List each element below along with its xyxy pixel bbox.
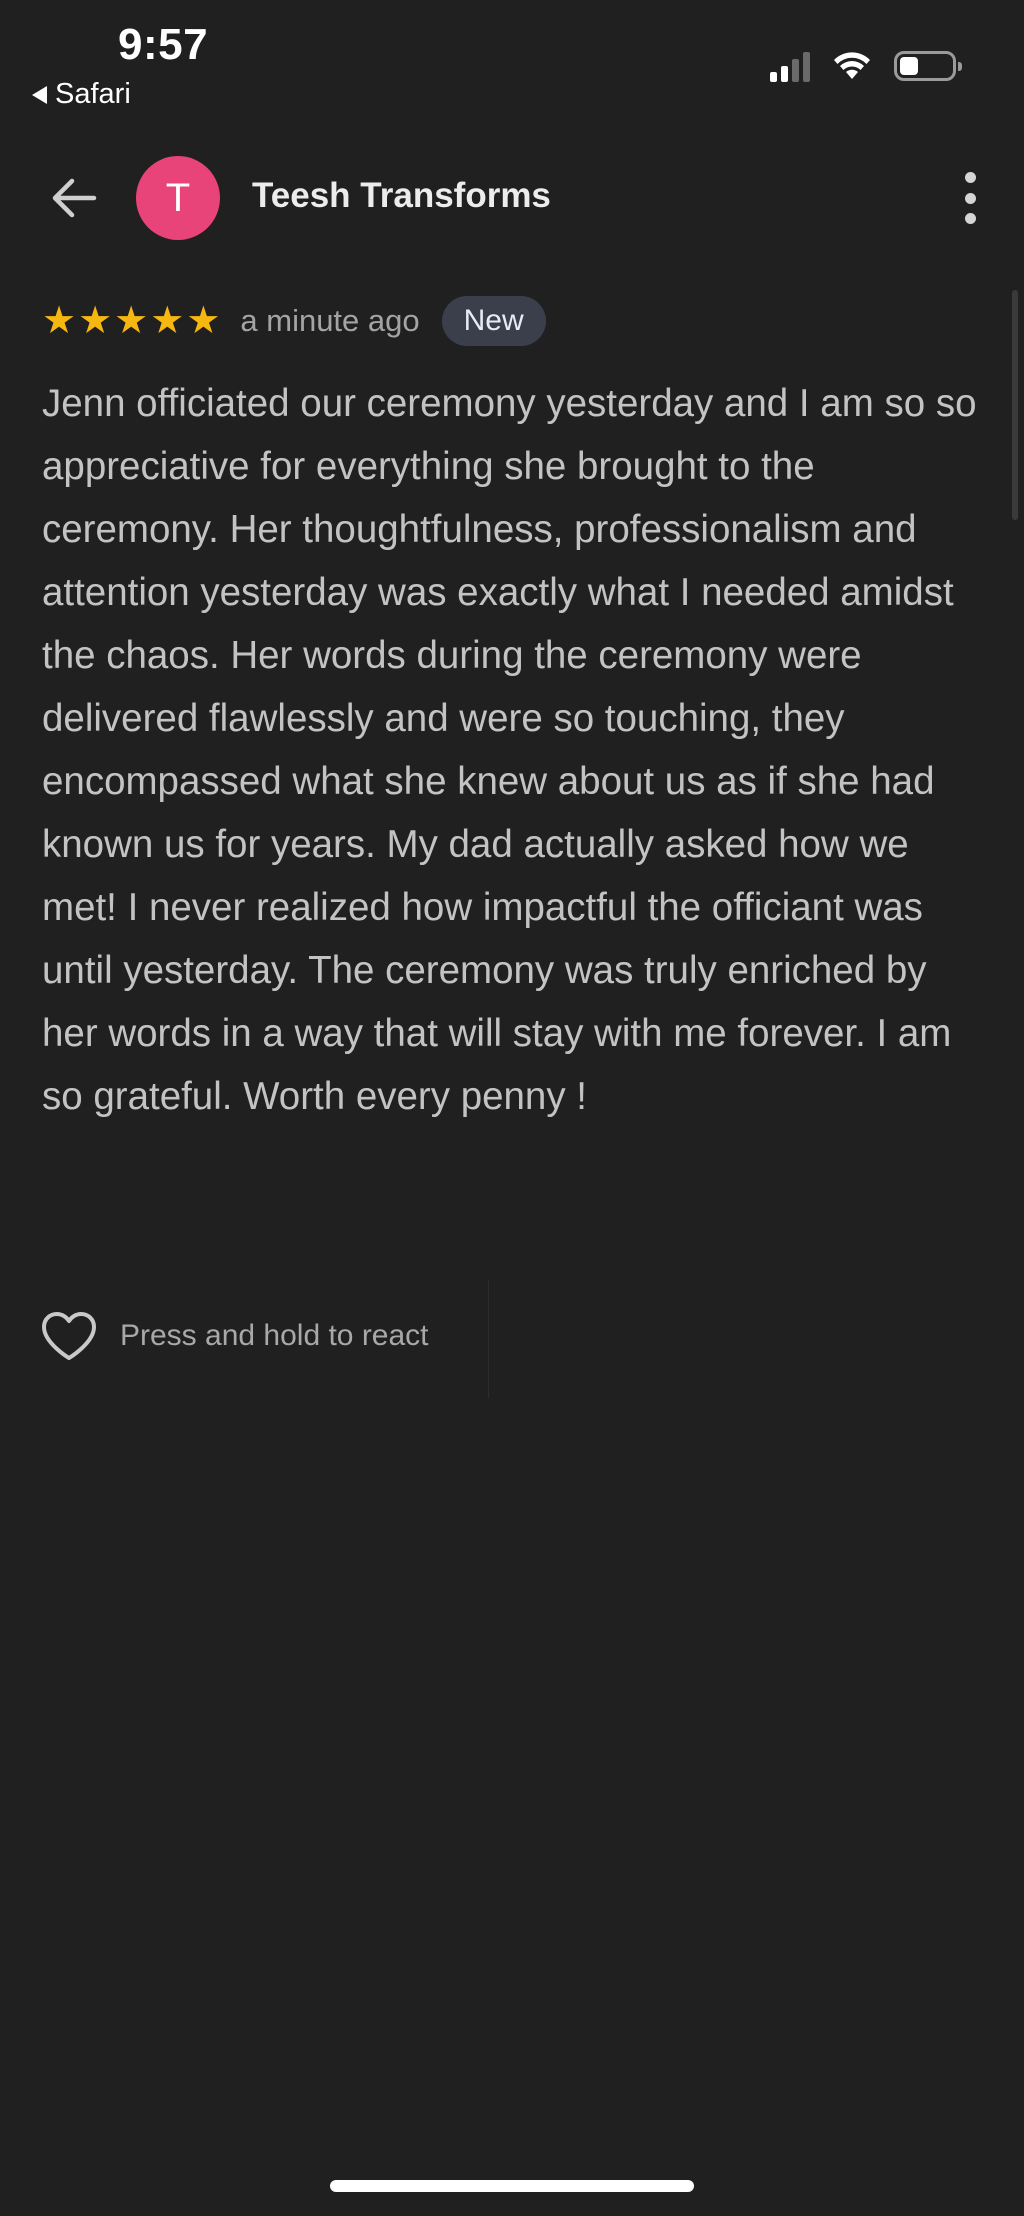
star-icon: ★ <box>150 300 185 342</box>
back-triangle-icon <box>32 85 47 104</box>
status-icons <box>770 50 962 82</box>
star-icon: ★ <box>78 300 113 342</box>
star-icon: ★ <box>42 300 77 342</box>
star-rating: ★ ★ ★ ★ ★ <box>42 302 220 340</box>
home-indicator[interactable] <box>330 2180 694 2192</box>
star-icon: ★ <box>114 300 149 342</box>
react-label: Press and hold to react <box>120 1319 429 1352</box>
review-text: Jenn officiated our ceremony yesterday a… <box>42 382 977 1118</box>
star-icon: ★ <box>186 300 221 342</box>
status-time: 9:57 <box>118 20 209 69</box>
review-time: a minute ago <box>240 303 420 338</box>
back-arrow-icon[interactable] <box>48 172 100 224</box>
battery-icon <box>894 51 962 81</box>
divider <box>488 1280 489 1398</box>
wifi-icon <box>834 52 870 79</box>
avatar[interactable]: T <box>136 156 220 240</box>
business-name: Teesh Transforms <box>252 176 551 215</box>
app-header: T Teesh Transforms <box>0 150 1024 246</box>
review-meta: ★ ★ ★ ★ ★ a minute ago New <box>42 296 546 346</box>
react-button[interactable]: Press and hold to react <box>40 1306 429 1366</box>
back-to-safari[interactable]: Safari <box>32 78 131 111</box>
signal-icon <box>770 50 810 82</box>
more-vert-icon[interactable] <box>960 172 980 224</box>
back-app-label: Safari <box>55 78 131 110</box>
scrollbar-thumb[interactable] <box>1012 290 1018 520</box>
heart-outline-icon <box>42 1312 96 1360</box>
new-badge: New <box>441 296 546 346</box>
